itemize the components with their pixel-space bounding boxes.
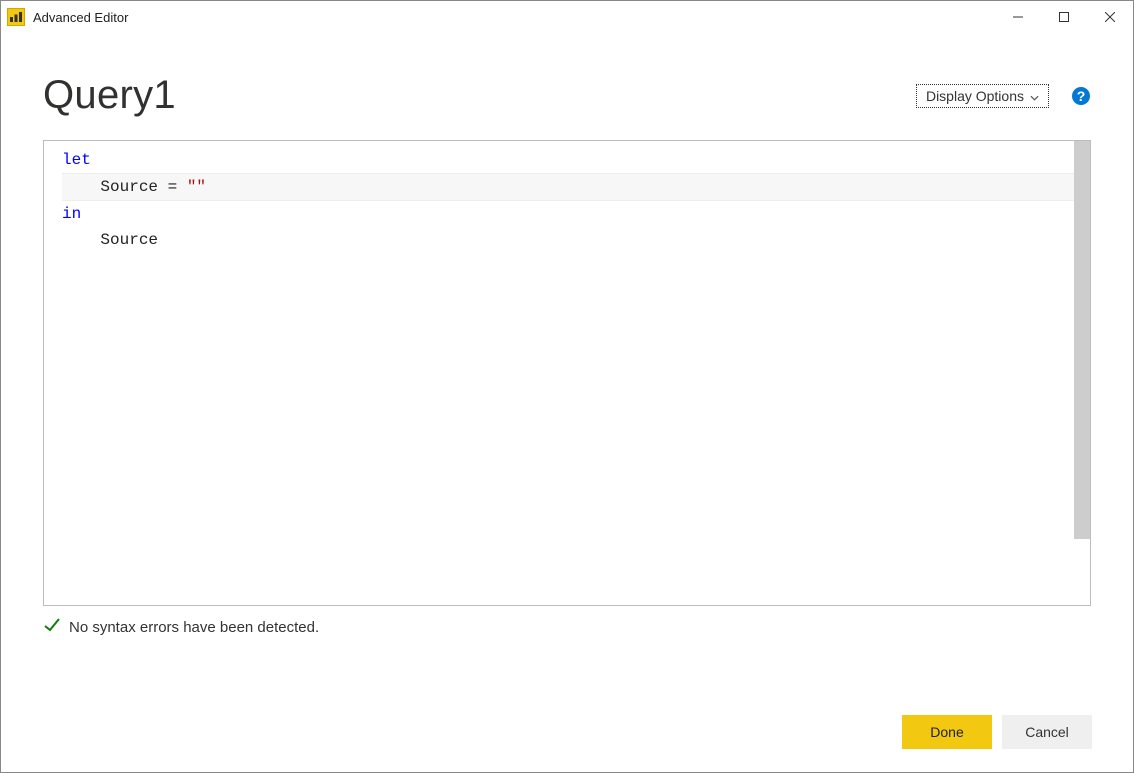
display-options-dropdown[interactable]: Display Options	[916, 84, 1049, 108]
code-editor-content[interactable]: let Source = "" in Source	[44, 141, 1090, 605]
query-name-title: Query1	[43, 73, 176, 118]
titlebar: Advanced Editor	[1, 1, 1133, 33]
code-line-current: Source = ""	[62, 173, 1090, 201]
minimize-button[interactable]	[995, 1, 1041, 33]
app-icon-powerbi	[7, 8, 25, 26]
syntax-status-text: No syntax errors have been detected.	[69, 619, 319, 636]
dialog-content: Query1 Display Options ? let Source = ""…	[1, 33, 1133, 638]
cancel-button[interactable]: Cancel	[1002, 715, 1092, 749]
code-line: Source	[62, 227, 1090, 253]
keyword-let: let	[62, 151, 91, 169]
close-button[interactable]	[1087, 1, 1133, 33]
string-literal: ""	[187, 178, 206, 196]
code-line: let	[62, 147, 1090, 173]
chevron-down-icon	[1030, 88, 1039, 104]
done-button[interactable]: Done	[902, 715, 992, 749]
dialog-footer: Done Cancel	[902, 715, 1092, 749]
editor-scrollbar[interactable]	[1074, 141, 1090, 539]
syntax-status: No syntax errors have been detected.	[43, 616, 1091, 638]
window-controls	[995, 1, 1133, 33]
code-line: in	[62, 201, 1090, 227]
header-row: Query1 Display Options ?	[43, 73, 1091, 118]
svg-text:?: ?	[1077, 88, 1086, 104]
maximize-button[interactable]	[1041, 1, 1087, 33]
header-actions: Display Options ?	[916, 84, 1091, 108]
window-title: Advanced Editor	[33, 10, 128, 25]
display-options-label: Display Options	[926, 88, 1024, 104]
keyword-in: in	[62, 205, 81, 223]
help-icon[interactable]: ?	[1071, 86, 1091, 106]
code-editor[interactable]: let Source = "" in Source	[43, 140, 1091, 606]
checkmark-icon	[43, 616, 61, 638]
